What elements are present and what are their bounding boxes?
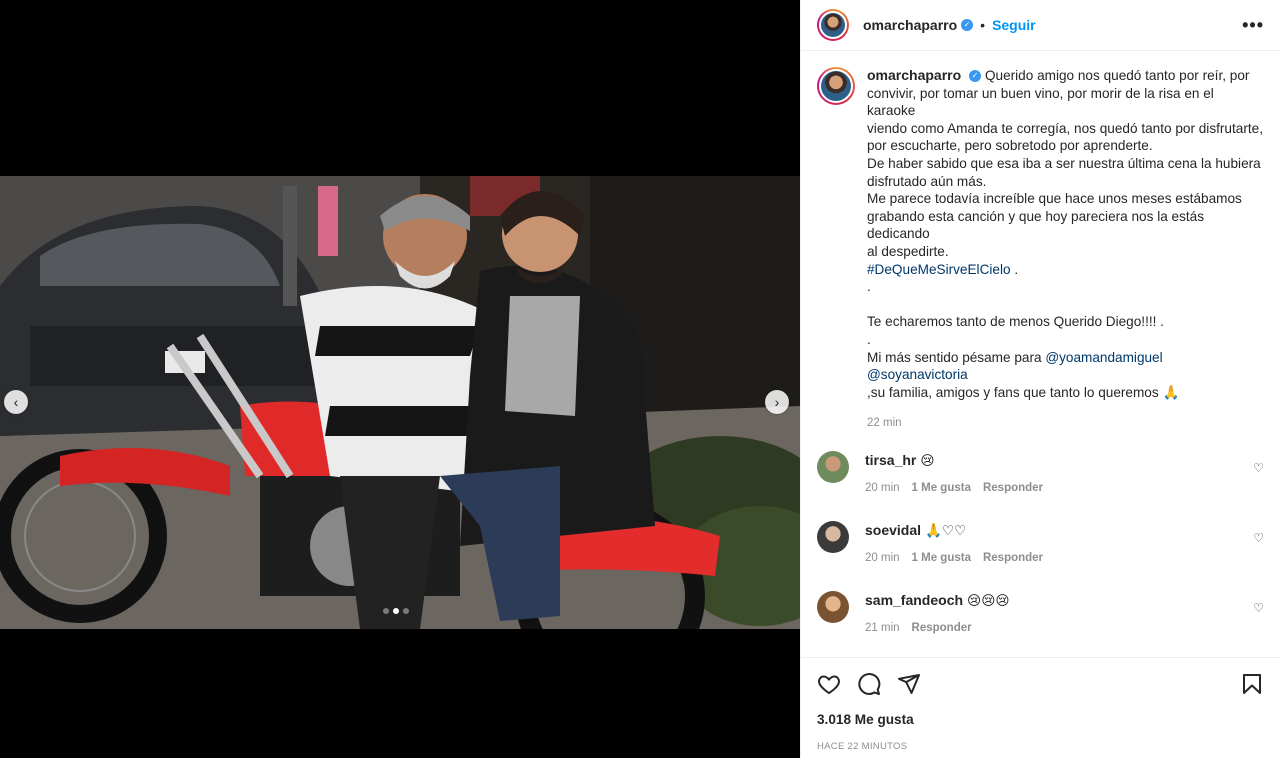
commenter-username[interactable]: tirsa_hr [865, 452, 916, 468]
comment-icon [858, 672, 881, 695]
verified-badge-icon: ✓ [961, 19, 974, 32]
author-username[interactable]: omarchaparro [863, 17, 957, 33]
caption: omarchaparro ✓ Querido amigo nos quedó ta… [817, 67, 1264, 433]
bookmark-icon [1243, 673, 1261, 694]
caption-time[interactable]: 22 min [867, 415, 1264, 433]
caption-line: convivir, por tomar un buen vino, por mo… [867, 85, 1214, 119]
hashtag-suffix: . [1010, 261, 1019, 277]
comment-item: sam_fandeoch 😢😢😢 21 min Responder ♡ [817, 590, 1264, 645]
commenter-username[interactable]: soevidal [865, 522, 921, 538]
comment-text: 🙏♡♡ [925, 522, 967, 538]
reply-button[interactable]: Responder [983, 482, 1043, 494]
save-button[interactable] [1240, 668, 1264, 700]
chevron-left-icon: ‹ [13, 394, 19, 410]
caption-author-avatar[interactable] [817, 67, 855, 106]
mention-link[interactable]: @soyanavictoria [867, 367, 968, 382]
comment-like-icon[interactable]: ♡ [1253, 601, 1264, 615]
caption-line: ,su familia, amigos y fans que tanto lo … [867, 384, 1180, 400]
chevron-right-icon: › [774, 394, 780, 410]
heart-icon [818, 675, 840, 695]
caption-line: Me parece todavía increíble que hace uno… [867, 191, 1242, 207]
caption-line: disfrutado aún más. [867, 173, 987, 189]
caption-username[interactable]: omarchaparro [867, 67, 961, 83]
comment-text: 😢😢😢 [967, 592, 1010, 608]
caption-line: Querido amigo nos quedó tanto por reír, … [984, 68, 1250, 84]
comment-button[interactable] [857, 668, 897, 700]
media-pane: ‹ › [0, 0, 800, 758]
commenter-avatar[interactable] [817, 520, 849, 553]
verified-badge-icon: ✓ [969, 70, 982, 83]
caption-line: De haber sabido que esa iba a ser nuestr… [867, 156, 1261, 172]
comment-like-icon[interactable]: ♡ [1253, 531, 1264, 545]
caption-line: al despedirte. [867, 244, 949, 259]
share-button[interactable] [897, 668, 937, 700]
post-side-panel: omarchaparro ✓ • Seguir ••• omarchaparro… [800, 0, 1280, 758]
comment-likes[interactable]: 1 Me gusta [912, 552, 971, 564]
post-timestamp[interactable]: HACE 22 MINUTOS [817, 741, 1264, 752]
commenter-avatar[interactable] [817, 590, 849, 623]
photo-illustration [0, 176, 800, 629]
like-count[interactable]: 3.018 Me gusta [817, 712, 1264, 727]
caption-dot: . [867, 279, 871, 295]
caption-line: viendo como Amanda te corregía, nos qued… [867, 120, 1263, 136]
caption-dot: . [867, 331, 871, 347]
caption-text: omarchaparro ✓ Querido amigo nos quedó ta… [867, 67, 1264, 433]
condolence-prefix: Mi más sentido pésame para [867, 349, 1046, 365]
next-photo-button[interactable]: › [765, 390, 789, 414]
like-button[interactable] [817, 668, 857, 700]
post-header: omarchaparro ✓ • Seguir ••• [801, 0, 1280, 52]
more-options-icon[interactable]: ••• [1242, 15, 1264, 36]
caption-line: Te echaremos tanto de menos Querido Dieg… [867, 314, 1164, 330]
carousel-dot-active [393, 608, 399, 614]
comment-time[interactable]: 20 min [865, 552, 900, 564]
comment-like-icon[interactable]: ♡ [1253, 461, 1264, 475]
comment-item: tirsa_hr 😢 20 min 1 Me gusta Responder ♡ [817, 450, 1264, 505]
commenter-username[interactable]: sam_fandeoch [865, 592, 963, 608]
comment-time[interactable]: 20 min [865, 482, 900, 494]
comment-likes[interactable]: 1 Me gusta [912, 482, 971, 494]
caption-line: grabando esta canción y que hoy parecier… [867, 208, 1205, 242]
comment-item: soevidal 🙏♡♡ 20 min 1 Me gusta Responder … [817, 520, 1264, 575]
mention-link[interactable]: @yoamandamiguel [1045, 350, 1162, 365]
follow-button[interactable]: Seguir [992, 17, 1036, 33]
hashtag-link[interactable]: #DeQueMeSirveElCielo [867, 262, 1011, 277]
previous-photo-button[interactable]: ‹ [4, 390, 28, 414]
carousel-dot [383, 608, 389, 614]
post-viewer: ‹ › omarchaparro ✓ • Seguir ••• omarchap… [0, 0, 1280, 758]
commenter-avatar[interactable] [817, 450, 849, 483]
caption-line: por escucharte, pero sobretodo por apren… [867, 138, 1153, 154]
header-separator: • [980, 17, 986, 34]
reply-button[interactable]: Responder [983, 552, 1043, 564]
comment-text: 😢 [920, 452, 935, 468]
comments-scroll-area[interactable]: omarchaparro ✓ Querido amigo nos quedó ta… [801, 51, 1280, 657]
share-icon [898, 673, 920, 694]
carousel-dots [383, 608, 409, 614]
carousel-dot [403, 608, 409, 614]
author-avatar[interactable] [817, 9, 849, 42]
comment-time[interactable]: 21 min [865, 622, 900, 634]
reply-button[interactable]: Responder [912, 622, 972, 634]
post-photo [0, 176, 800, 629]
post-actions: 3.018 Me gusta HACE 22 MINUTOS [801, 656, 1280, 758]
